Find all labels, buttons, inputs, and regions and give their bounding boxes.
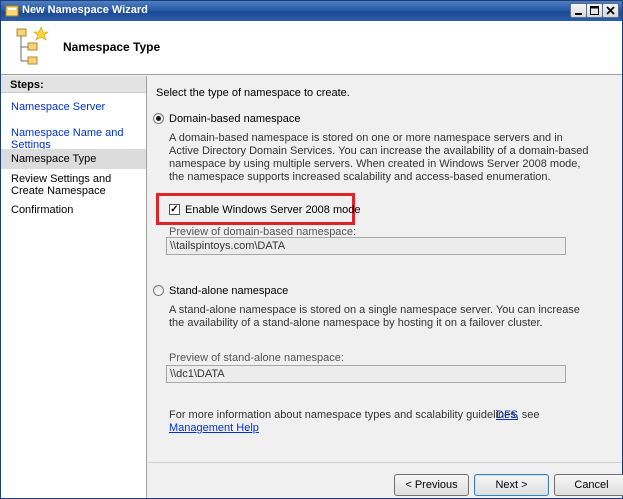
enable-2008-mode-label[interactable]: Enable Windows Server 2008 mode — [185, 204, 360, 216]
enable-2008-mode-checkbox[interactable]: ✓ — [169, 204, 180, 215]
instruction-text: Select the type of namespace to create. — [156, 87, 350, 99]
wizard-header: Namespace Type — [1, 21, 622, 75]
page-title: Namespace Type — [63, 40, 161, 54]
previous-button[interactable]: < Previous — [394, 474, 469, 496]
more-info-suffix: . — [246, 422, 250, 434]
stand-alone-preview-label: Preview of stand-alone namespace: — [169, 352, 344, 364]
close-icon — [606, 6, 615, 15]
stand-alone-label[interactable]: Stand-alone namespace — [169, 285, 288, 297]
minimize-icon — [575, 13, 582, 15]
more-info-text: For more information about namespace typ… — [169, 409, 540, 421]
wizard-icon — [5, 5, 19, 17]
maximize-button[interactable] — [586, 3, 603, 18]
steps-heading: Steps: — [1, 76, 146, 93]
title-bar[interactable]: New Namespace Wizard — [1, 1, 622, 21]
step-confirmation: Confirmation — [11, 204, 74, 216]
minimize-button[interactable] — [570, 3, 587, 18]
domain-based-description: A domain-based namespace is stored on on… — [169, 132, 589, 183]
main-content: Select the type of namespace to create. … — [148, 76, 623, 498]
domain-based-radio[interactable] — [153, 113, 164, 124]
window-title: New Namespace Wizard — [22, 4, 148, 16]
next-button[interactable]: Next > — [474, 474, 549, 496]
cancel-button[interactable]: Cancel — [554, 474, 623, 496]
close-button[interactable] — [602, 3, 619, 18]
stand-alone-preview-field: \\dc1\DATA — [166, 365, 566, 383]
step-namespace-server[interactable]: Namespace Server — [1, 101, 146, 113]
wizard-window: New Namespace Wizard Namespace Type Step… — [0, 0, 623, 499]
maximize-icon — [590, 6, 599, 15]
domain-based-label[interactable]: Domain-based namespace — [169, 113, 300, 125]
step-review-settings: Review Settings and Create Namespace — [11, 173, 112, 197]
step-namespace-name-settings[interactable]: Namespace Name and Settings — [1, 127, 146, 151]
namespace-tree-icon — [16, 26, 49, 65]
step-namespace-type: Namespace Type — [1, 149, 146, 169]
dfs-help-link[interactable]: DFS — [496, 409, 518, 421]
domain-preview-field: \\tailspintoys.com\DATA — [166, 237, 566, 255]
steps-panel: Steps: Namespace Server Namespace Name a… — [1, 76, 147, 498]
button-bar: < Previous Next > Cancel — [148, 462, 623, 498]
stand-alone-radio[interactable] — [153, 285, 164, 296]
stand-alone-description: A stand-alone namespace is stored on a s… — [169, 304, 580, 329]
